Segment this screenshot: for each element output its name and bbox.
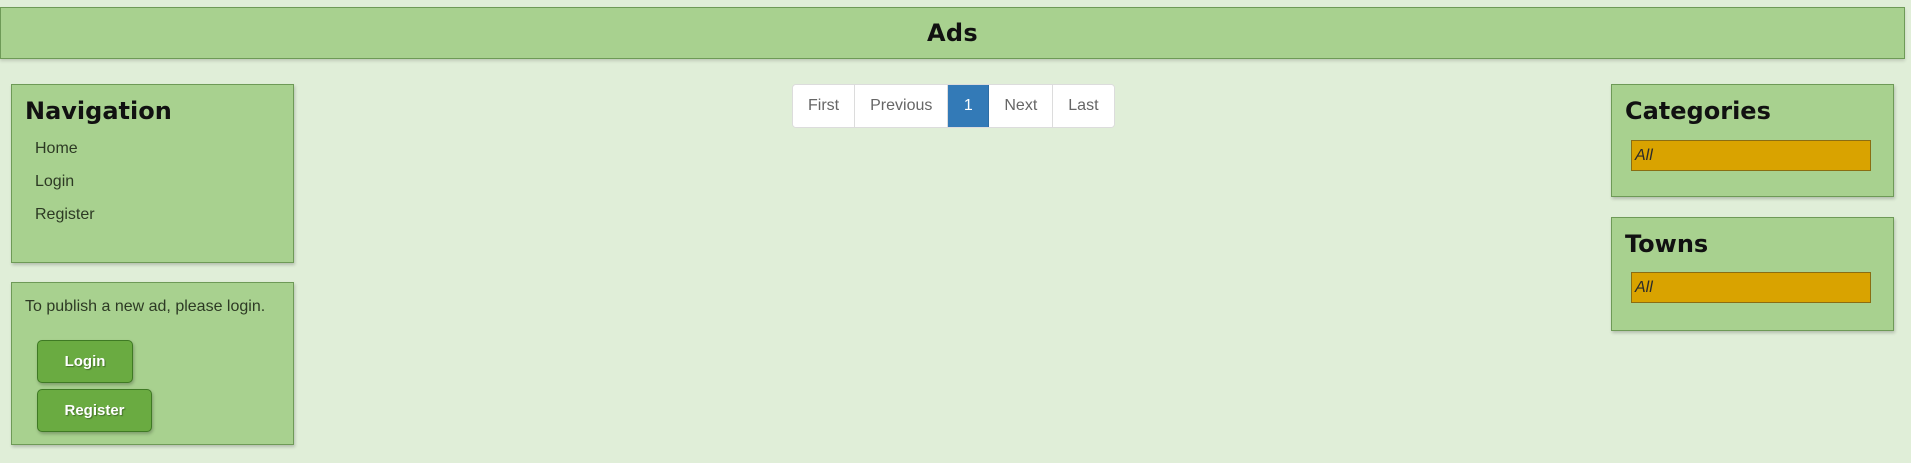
nav-item-login[interactable]: Login	[35, 172, 280, 205]
navigation-title: Navigation	[25, 97, 172, 125]
page-previous-link[interactable]: Previous	[855, 85, 949, 127]
navigation-panel: Navigation Home Login Register	[11, 84, 294, 263]
categories-title: Categories	[1625, 97, 1771, 125]
pagination: First Previous 1 Next Last	[792, 84, 1115, 128]
navigation-list: Home Login Register	[35, 139, 280, 238]
page-title: Ads	[927, 19, 978, 47]
page-next-link[interactable]: Next	[989, 85, 1054, 127]
page-header: Ads	[0, 7, 1905, 59]
publish-message: To publish a new ad, please login.	[25, 298, 266, 315]
towns-title: Towns	[1625, 230, 1709, 258]
town-item-all[interactable]: All	[1631, 272, 1871, 303]
page-first-link[interactable]: First	[793, 85, 856, 127]
category-item-all[interactable]: All	[1631, 140, 1871, 171]
nav-item-home[interactable]: Home	[35, 139, 280, 172]
login-button[interactable]: Login	[37, 340, 133, 383]
publish-panel: To publish a new ad, please login. Login…	[11, 282, 294, 445]
page-current[interactable]: 1	[948, 85, 990, 127]
page-last-link[interactable]: Last	[1053, 85, 1114, 127]
categories-panel: Categories All	[1611, 84, 1894, 197]
towns-panel: Towns All	[1611, 217, 1894, 331]
nav-item-register[interactable]: Register	[35, 205, 280, 238]
register-button[interactable]: Register	[37, 389, 152, 432]
